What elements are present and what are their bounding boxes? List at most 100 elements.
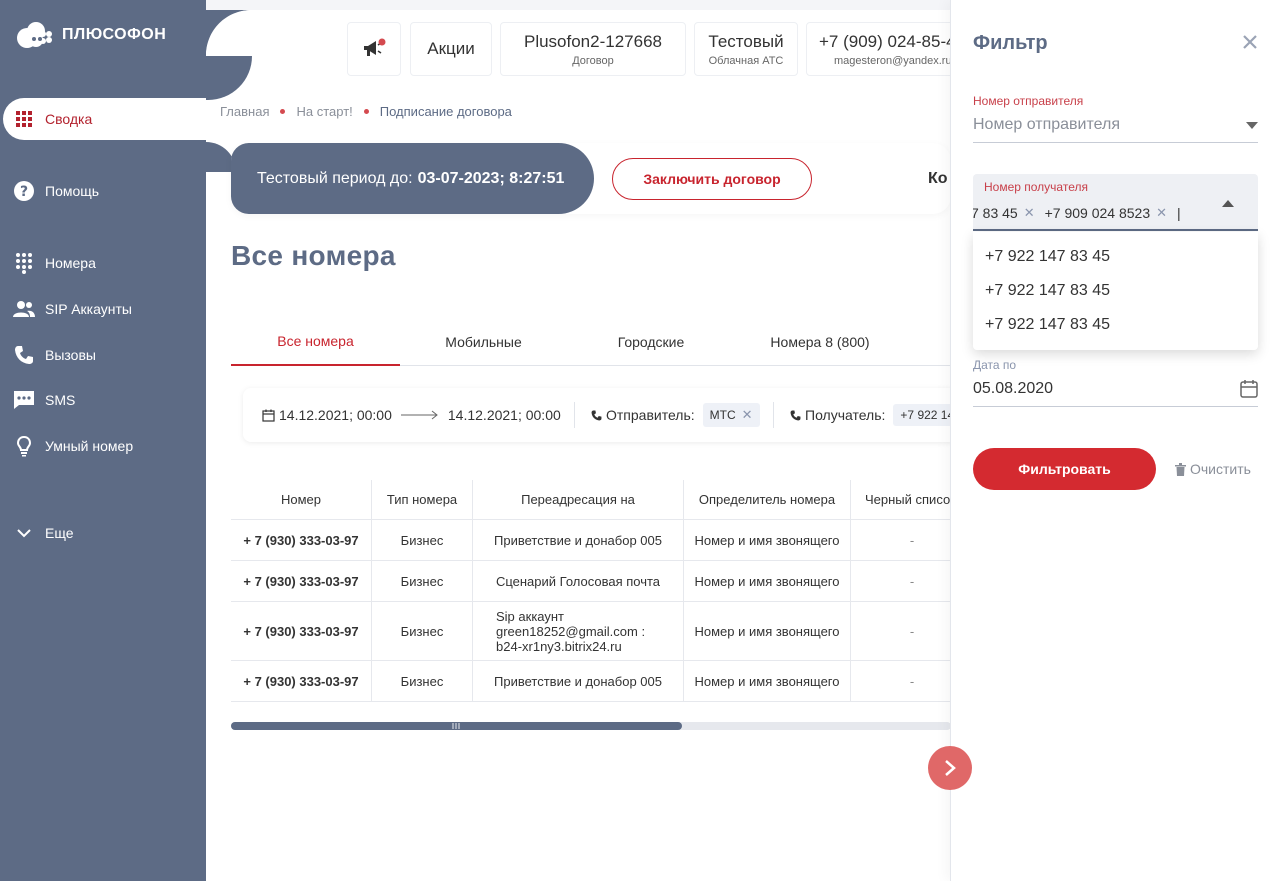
sender-chip-label: МТС: [709, 408, 736, 422]
dropdown-option[interactable]: +7 922 147 83 45: [985, 282, 1110, 300]
date-range-filter[interactable]: 14.12.2021; 00:00 14.12.2021; 00:00: [262, 388, 561, 442]
promo-label: Акции: [427, 39, 475, 58]
remove-chip-icon[interactable]: ✕: [1024, 205, 1035, 221]
cell-caller-id: Номер и имя звонящего: [684, 602, 851, 660]
sign-contract-button[interactable]: Заключить договор: [612, 158, 812, 200]
brand-logo[interactable]: ПЛЮСОФОН: [16, 20, 166, 50]
breadcrumb: Главная На старт! Подписание договора: [220, 104, 512, 119]
text-cursor: |: [1177, 205, 1181, 221]
dropdown-option[interactable]: +7 922 147 83 45: [985, 316, 1110, 334]
column-header-caller-id[interactable]: Определитель номера: [684, 480, 851, 519]
breadcrumb-current: Подписание договора: [379, 104, 512, 119]
close-icon[interactable]: [1241, 33, 1259, 51]
table-row[interactable]: + 7 (930) 333-03-97 Бизнес Sip аккаунт g…: [231, 602, 951, 661]
calendar-icon: [262, 409, 275, 422]
account-phone: +7 (909) 024-85-4: [819, 31, 956, 51]
dropdown-option[interactable]: +7 922 147 83 45: [985, 248, 1110, 266]
date-to-field[interactable]: 05.08.2020: [973, 376, 1258, 406]
recipient-chip[interactable]: +7 909 024 8523 ✕: [1045, 205, 1167, 221]
breadcrumb-start[interactable]: На старт!: [296, 104, 352, 119]
recipient-chips: 7 83 45 ✕ +7 909 024 8523 ✕ |: [973, 205, 1181, 221]
column-header-forward[interactable]: Переадресация на: [473, 480, 684, 519]
expand-panel-button[interactable]: [928, 746, 972, 790]
sidebar-item-numbers[interactable]: Номера: [0, 245, 206, 281]
filter-panel: Фильтр Номер отправителя Номер отправите…: [950, 0, 1280, 881]
cell-type: Бизнес: [372, 561, 473, 601]
recipient-filter[interactable]: Получатель: +7 922 14: [790, 388, 962, 442]
plan-info[interactable]: Тестовый Облачная АТС: [694, 22, 798, 76]
cell-number: + 7 (930) 333-03-97: [231, 520, 372, 560]
numbers-table: Номер Тип номера Переадресация на Опреде…: [231, 480, 951, 702]
recipient-label: Получатель:: [805, 407, 886, 423]
column-header-blacklist[interactable]: Черный списо: [851, 480, 961, 519]
tab-8800[interactable]: Номера 8 (800): [735, 318, 905, 366]
sender-placeholder: Номер отправителя: [973, 116, 1120, 133]
recipient-field-label: Номер получателя: [984, 180, 1088, 194]
chevron-right-icon: [945, 760, 956, 776]
users-icon: [13, 298, 35, 320]
cell-forward: Sip аккаунт green18252@gmail.com : b24-x…: [473, 602, 684, 660]
sidebar-item-calls[interactable]: Вызовы: [0, 337, 206, 373]
lightbulb-icon: [13, 435, 35, 457]
sender-field-label: Номер отправителя: [973, 94, 1084, 108]
active-filters-bar: 14.12.2021; 00:00 14.12.2021; 00:00 Отпр…: [243, 388, 963, 442]
breadcrumb-home[interactable]: Главная: [220, 104, 269, 119]
sidebar-item-label: Сводка: [45, 111, 93, 127]
table-row[interactable]: + 7 (930) 333-03-97 Бизнес Сценарий Голо…: [231, 561, 951, 602]
tab-mobile[interactable]: Мобильные: [400, 318, 567, 366]
contract-info[interactable]: Plusofon2-127668 Договор: [500, 22, 686, 76]
breadcrumb-separator: [280, 109, 286, 114]
contract-label: Договор: [572, 54, 614, 67]
sidebar-item-sms[interactable]: SMS: [0, 382, 206, 418]
table-row[interactable]: + 7 (930) 333-03-97 Бизнес Приветствие и…: [231, 520, 951, 561]
date-to-underline: [973, 406, 1258, 407]
sender-chip[interactable]: МТС ✕: [702, 403, 760, 427]
sidebar-item-sip-accounts[interactable]: SIP Аккаунты: [0, 291, 206, 327]
sidebar-item-more[interactable]: Еще: [0, 515, 206, 551]
table-row[interactable]: + 7 (930) 333-03-97 Бизнес Приветствие и…: [231, 661, 951, 702]
scrollbar-thumb[interactable]: [231, 722, 682, 730]
column-header-type[interactable]: Тип номера: [372, 480, 473, 519]
recipient-options-dropdown: +7 922 147 83 45 +7 922 147 83 45 +7 922…: [973, 232, 1258, 350]
recipient-chip[interactable]: 7 83 45 ✕: [973, 205, 1035, 221]
breadcrumb-separator: [363, 109, 369, 114]
tab-city[interactable]: Городские: [567, 318, 735, 366]
cell-number: + 7 (930) 333-03-97: [231, 661, 372, 701]
dropdown-arrow-icon: [1246, 122, 1258, 129]
date-to-value: 05.08.2020: [973, 380, 1054, 397]
sender-label: Отправитель:: [606, 407, 695, 423]
sender-filter[interactable]: Отправитель: МТС ✕: [591, 388, 760, 442]
cell-type: Бизнес: [372, 661, 473, 701]
announcements-button[interactable]: [347, 22, 401, 76]
tab-all-numbers[interactable]: Все номера: [231, 318, 400, 366]
trial-date: 03-07-2023; 8:27:51: [417, 169, 565, 187]
trial-banner: Тестовый период до: 03-07-2023; 8:27:51 …: [231, 143, 951, 214]
brand-name: ПЛЮСОФОН: [62, 26, 167, 43]
horizontal-scrollbar[interactable]: [231, 722, 951, 730]
column-header-number[interactable]: Номер: [231, 480, 372, 519]
plan-type: Облачная АТС: [708, 54, 784, 67]
divider: [773, 402, 774, 428]
clear-filter-button[interactable]: Очистить: [1175, 461, 1251, 477]
recipient-multiselect[interactable]: Номер получателя 7 83 45 ✕ +7 909 024 85…: [973, 174, 1258, 231]
trash-icon: [1175, 462, 1186, 476]
calendar-icon: [1240, 380, 1258, 398]
sidebar-item-smart-number[interactable]: Умный номер: [0, 428, 206, 464]
date-from: 14.12.2021; 00:00: [279, 407, 392, 423]
trial-period-pill: Тестовый период до: 03-07-2023; 8:27:51: [231, 143, 594, 214]
cell-type: Бизнес: [372, 520, 473, 560]
account-info[interactable]: +7 (909) 024-85-4 magesteron@yandex.ru: [806, 22, 966, 76]
cell-caller-id: Номер и имя звонящего: [684, 661, 851, 701]
contract-number: Plusofon2-127668: [523, 31, 662, 51]
chat-icon: [13, 389, 35, 411]
trial-label: Тестовый период до:: [257, 169, 413, 187]
sidebar-item-help[interactable]: ? Помощь: [0, 173, 206, 209]
number-tabs: Все номера Мобильные Городские Номера 8 …: [231, 318, 951, 366]
apply-filter-button[interactable]: Фильтровать: [973, 448, 1156, 490]
promo-button[interactable]: Акции: [410, 22, 492, 76]
remove-chip-icon[interactable]: ✕: [742, 407, 753, 423]
sender-select[interactable]: Номер отправителя: [973, 112, 1258, 142]
remove-chip-icon[interactable]: ✕: [1156, 205, 1167, 221]
trial-extra-text: Ко: [928, 170, 948, 187]
sidebar-item-summary[interactable]: Сводка: [3, 98, 223, 140]
